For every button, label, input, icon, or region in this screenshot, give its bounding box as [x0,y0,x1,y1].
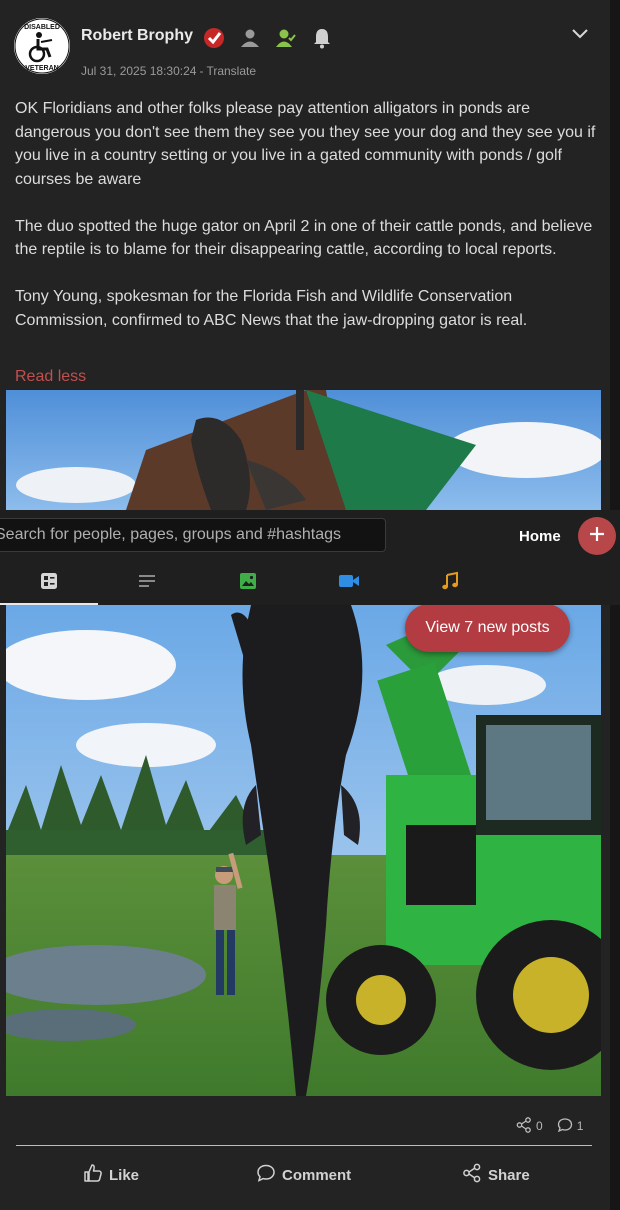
read-less-link[interactable]: Read less [15,368,86,386]
tab-music[interactable] [401,562,499,605]
share-count-value: 0 [536,1119,543,1133]
share-label: Share [488,1166,530,1184]
post-header: DISABLED VETERAN Robert Brophy Jul 31, 2… [14,16,594,82]
author-badges [200,24,336,52]
comment-label: Comment [282,1166,352,1184]
comment-count-value: 1 [576,1119,584,1133]
sticky-top-bar: Search for people, pages, groups and #ha… [0,510,620,605]
meta-separator: - [199,64,204,78]
post-meta: Jul 31, 2025 18:30:24- Translate [81,64,256,78]
feed-filter-tabs [0,562,500,605]
avatar-text-top: DISABLED [24,24,60,31]
search-input[interactable]: Search for people, pages, groups and #ha… [0,518,386,552]
verified-badge-icon [200,24,228,52]
comment-icon [256,1163,276,1187]
view-new-posts-button[interactable]: View 7 new posts [405,604,570,652]
share-count[interactable]: 0 [516,1116,543,1136]
text-lines-icon [137,571,157,596]
post-body: OK Floridians and other folks please pay… [15,97,600,356]
tab-photos[interactable] [199,562,297,605]
avatar[interactable]: DISABLED VETERAN [14,18,70,74]
author-name[interactable]: Robert Brophy [81,27,193,45]
page-scrollbar-track[interactable] [610,0,620,1210]
thumbs-up-icon [83,1163,103,1187]
divider [16,1145,592,1146]
chevron-down-icon[interactable] [569,22,591,44]
comment-count[interactable]: 1 [557,1117,584,1136]
bell-icon[interactable] [308,24,336,52]
disabled-veteran-logo: DISABLED VETERAN [14,18,70,74]
tab-all-posts[interactable] [0,562,98,605]
tab-text[interactable] [98,562,196,605]
music-note-icon [440,571,460,596]
avatar-text-bottom: VETERAN [25,65,58,72]
post-paragraph: OK Floridians and other folks please pay… [15,100,596,188]
post-stats: 0 1 [510,1115,583,1137]
post-paragraph: Tony Young, spokesman for the Florida Fi… [15,288,528,329]
comment-small-icon [557,1117,573,1136]
like-button[interactable]: Like [83,1155,139,1195]
share-icon [462,1163,482,1187]
post-image-main[interactable] [6,605,601,1096]
user-check-icon[interactable] [272,24,300,52]
comment-button[interactable]: Comment [256,1155,351,1195]
tab-videos[interactable] [300,562,398,605]
plus-icon [588,525,606,548]
post-actions: Like Comment Share [0,1155,610,1195]
post-card: DISABLED VETERAN Robert Brophy Jul 31, 2… [0,0,610,1210]
home-link[interactable]: Home [519,528,561,545]
share-small-icon [516,1116,532,1136]
post-paragraph: The duo spotted the huge gator on April … [15,217,593,259]
user-profile-icon[interactable] [236,24,264,52]
video-camera-icon [338,571,360,596]
translate-link[interactable]: Translate [206,64,256,78]
like-label: Like [109,1166,140,1184]
feed-icon [39,571,59,596]
post-image-top[interactable] [6,390,601,510]
post-timestamp[interactable]: Jul 31, 2025 18:30:24 [81,64,196,78]
create-post-button[interactable] [578,517,616,555]
image-icon [238,571,258,596]
share-button[interactable]: Share [462,1155,530,1195]
